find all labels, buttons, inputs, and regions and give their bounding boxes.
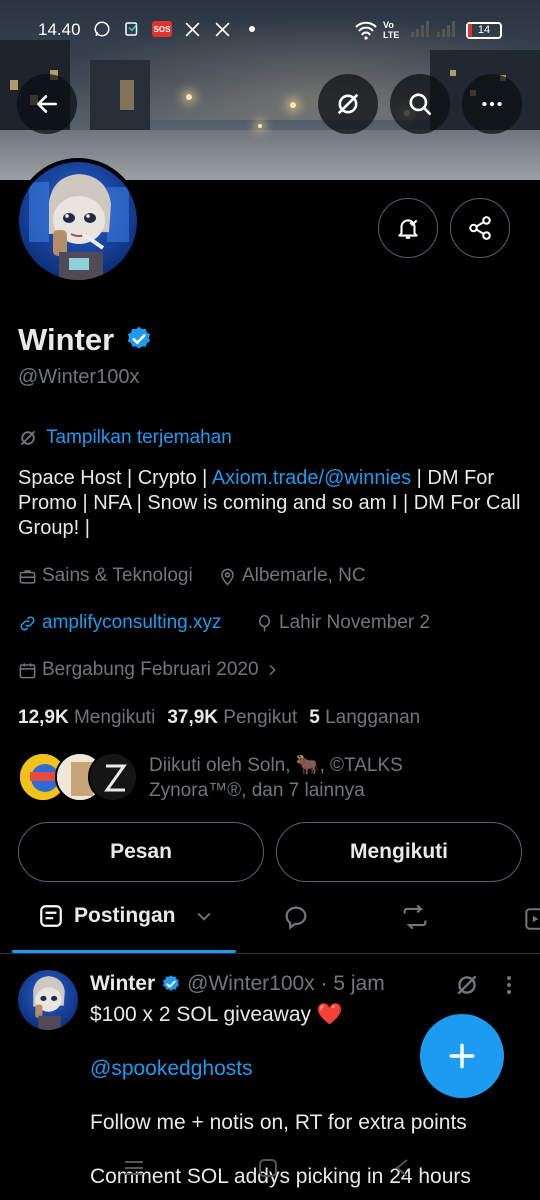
arrow-left-icon xyxy=(37,95,57,113)
tabs-divider xyxy=(0,953,540,954)
compose-post-button[interactable] xyxy=(420,1014,504,1098)
volte-label: Vo LTE xyxy=(383,20,400,40)
back-button[interactable] xyxy=(17,74,77,134)
app-notification-icon xyxy=(122,19,142,39)
tab-reposts[interactable] xyxy=(400,903,430,936)
notifications-button[interactable] xyxy=(378,198,438,258)
sos-icon: SOS xyxy=(152,21,172,37)
profile-avatar[interactable] xyxy=(19,162,137,280)
post-handle-time: @Winter100x · 5 jam xyxy=(187,972,385,995)
profile-birthday: Lahir November 2 xyxy=(255,612,430,634)
translate-link[interactable]: Tampilkan terjemahan xyxy=(18,427,232,449)
profile-website[interactable]: amplifyconsulting.xyz xyxy=(18,612,222,634)
more-horizontal-icon xyxy=(482,101,502,107)
posts-icon xyxy=(40,905,62,927)
signal-icon xyxy=(436,20,458,43)
profile-location: Albemarle, NC xyxy=(218,565,366,587)
more-vertical-icon xyxy=(507,976,511,994)
followed-by-text[interactable]: Diikuti oleh Soln, 🐂, ©TALKS Zynora™®, d… xyxy=(149,753,449,803)
profile-name: Winter xyxy=(18,322,153,358)
post-grok-button[interactable] xyxy=(454,972,480,1003)
followers-count[interactable]: 37,9K Pengikut xyxy=(167,707,297,729)
profile-joined[interactable]: Bergabung Februari 2020 xyxy=(18,659,280,681)
briefcase-icon xyxy=(19,569,36,584)
link-icon xyxy=(20,616,35,630)
plus-icon xyxy=(449,1043,475,1069)
tab-replies[interactable] xyxy=(282,903,310,936)
following-button[interactable]: Mengikuti xyxy=(276,822,522,882)
post-author-name[interactable]: Winter xyxy=(90,972,155,996)
whatsapp-icon xyxy=(92,19,112,39)
profile-category: Sains & Teknologi xyxy=(18,565,193,587)
chevron-right-icon xyxy=(269,664,276,676)
system-navigation-bar xyxy=(0,1150,540,1200)
message-button[interactable]: Pesan xyxy=(18,822,264,882)
wifi-icon xyxy=(354,20,378,45)
bio-link[interactable]: Axiom.trade/@winnies xyxy=(212,467,411,489)
profile-bio: Space Host | Crypto | Axiom.trade/@winni… xyxy=(18,467,521,539)
tab-posts[interactable]: Postingan xyxy=(38,903,214,929)
x-logo-icon xyxy=(182,19,202,39)
subscriptions-count[interactable]: 5 Langganan xyxy=(309,707,420,729)
verified-badge-icon xyxy=(127,326,150,349)
repost-icon xyxy=(403,904,427,930)
post-mention[interactable]: @spookedghosts xyxy=(90,1057,253,1081)
follower-avatar xyxy=(88,752,138,802)
share-icon xyxy=(469,216,491,240)
reply-icon xyxy=(285,906,307,930)
grok-translate-button[interactable] xyxy=(318,74,378,134)
tab-media[interactable] xyxy=(522,906,540,932)
post-avatar[interactable] xyxy=(18,970,78,1030)
post-header: Winter @Winter100x · 5 jam xyxy=(90,972,385,996)
status-bar: 14.40 SOS Vo LTE 14 xyxy=(0,0,540,60)
post-text-line: Follow me + notis on, RT for extra point… xyxy=(90,1111,467,1134)
battery-indicator: 14 xyxy=(466,22,502,39)
more-notifications-dot-icon xyxy=(242,19,262,39)
location-pin-icon xyxy=(221,568,234,585)
signal-icon xyxy=(410,20,432,43)
following-count[interactable]: 12,9K Mengikuti xyxy=(18,707,155,729)
profile-counts: 12,9K Mengikuti 37,9K Pengikut 5 Langgan… xyxy=(18,707,420,729)
chevron-down-icon xyxy=(197,912,210,921)
search-button[interactable] xyxy=(390,74,450,134)
bell-check-icon xyxy=(398,219,418,239)
search-icon xyxy=(409,93,432,116)
grok-icon xyxy=(337,93,359,115)
home-icon[interactable] xyxy=(257,1157,279,1179)
verified-badge-icon xyxy=(163,975,180,991)
grok-icon xyxy=(20,430,36,446)
balloon-icon xyxy=(258,614,271,631)
media-icon xyxy=(525,908,540,930)
x-logo-icon xyxy=(212,19,232,39)
more-options-button[interactable] xyxy=(462,74,522,134)
profile-handle: @Winter100x xyxy=(18,366,140,388)
recent-apps-icon[interactable] xyxy=(122,1158,146,1178)
calendar-icon xyxy=(19,662,36,678)
back-nav-icon[interactable] xyxy=(392,1157,412,1179)
post-text-line: $100 x 2 SOL giveaway ❤️ xyxy=(90,1003,344,1026)
post-more-button[interactable] xyxy=(500,973,518,1002)
grok-icon xyxy=(457,975,477,995)
status-time: 14.40 xyxy=(38,20,81,39)
share-button[interactable] xyxy=(450,198,510,258)
